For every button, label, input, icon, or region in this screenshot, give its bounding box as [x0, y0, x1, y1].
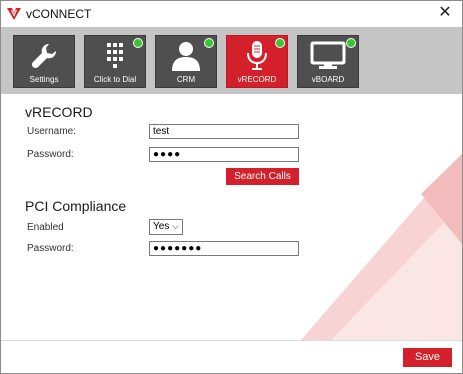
enabled-select[interactable]: Yes ⌵	[149, 219, 183, 235]
pci-compliance-heading: PCI Compliance	[25, 198, 127, 214]
vconnect-logo-icon	[7, 8, 21, 20]
enabled-select-value: Yes	[153, 221, 170, 232]
microphone-icon	[247, 41, 267, 70]
wrench-icon	[31, 43, 57, 69]
footer-bar: Save	[1, 340, 462, 373]
click-to-dial-tile[interactable]: Click to Dial	[84, 35, 146, 88]
window-title: vCONNECT	[26, 7, 92, 21]
app-window: vCONNECT ✕ Settings Click to Dial CRM vR…	[0, 0, 463, 374]
dialpad-icon	[107, 43, 123, 68]
password-field[interactable]: ●●●●	[149, 147, 299, 162]
crm-tile[interactable]: CRM	[155, 35, 217, 88]
username-label: Username:	[27, 126, 76, 137]
search-calls-button[interactable]: Search Calls	[226, 168, 299, 185]
vrecord-panel: vRECORD Username: test Password: ●●●● Se…	[1, 94, 462, 340]
close-button[interactable]: ✕	[436, 4, 454, 22]
pci-password-field[interactable]: ●●●●●●●	[149, 241, 299, 256]
module-toolbar: Settings Click to Dial CRM vRECORD vBOAR…	[1, 27, 462, 94]
save-button[interactable]: Save	[403, 348, 452, 367]
username-field[interactable]: test	[149, 124, 299, 139]
chevron-down-icon: ⌵	[172, 221, 179, 231]
enabled-label: Enabled	[27, 222, 64, 233]
tile-label-click-to-dial: Click to Dial	[93, 75, 137, 84]
vboard-tile[interactable]: vBOARD	[297, 35, 359, 88]
status-online-indicator	[346, 38, 356, 48]
vrecord-heading: vRECORD	[25, 104, 93, 120]
monitor-icon	[310, 41, 346, 69]
settings-tile[interactable]: Settings	[13, 35, 75, 88]
tile-label-vrecord: vRECORD	[237, 75, 277, 84]
tile-label-vboard: vBOARD	[311, 75, 345, 84]
vrecord-tile[interactable]: vRECORD	[226, 35, 288, 88]
status-online-indicator	[133, 38, 143, 48]
title-bar: vCONNECT ✕	[1, 1, 462, 27]
tile-label-crm: CRM	[176, 75, 196, 84]
status-online-indicator	[204, 38, 214, 48]
status-online-indicator	[275, 38, 285, 48]
pci-password-label: Password:	[27, 243, 74, 254]
user-icon	[172, 42, 200, 71]
password-label: Password:	[27, 149, 74, 160]
tile-label-settings: Settings	[29, 75, 59, 84]
